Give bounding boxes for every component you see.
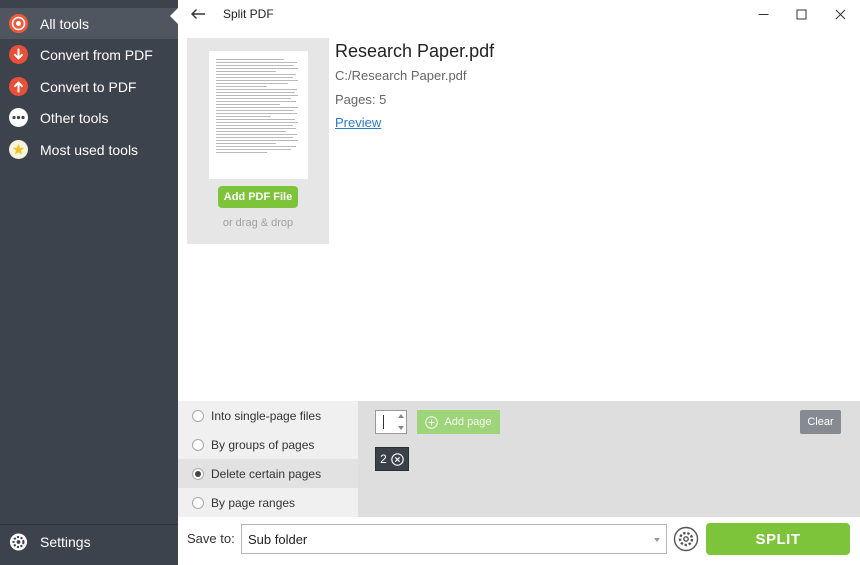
option-label: By groups of pages	[211, 437, 315, 452]
text-cursor	[383, 415, 384, 429]
settings-label: Settings	[40, 534, 91, 550]
selected-page-chip: 2	[375, 447, 409, 471]
sidebar-item-all-tools[interactable]: All tools	[0, 8, 178, 39]
drag-drop-hint: or drag & drop	[222, 217, 294, 229]
arrow-left-icon	[191, 9, 205, 19]
option-single-page-files[interactable]: Into single-page files	[178, 401, 358, 430]
sidebar-item-convert-from-pdf[interactable]: Convert from PDF	[0, 39, 178, 70]
window-title: Split PDF	[223, 7, 274, 21]
remove-page-button[interactable]	[391, 452, 404, 466]
option-page-ranges[interactable]: By page ranges	[178, 488, 358, 517]
target-icon	[9, 14, 28, 33]
clear-button[interactable]: Clear	[800, 410, 841, 434]
option-label: Delete certain pages	[211, 466, 322, 481]
bottom-bar: Save to: Sub folder SPLIT	[178, 517, 860, 565]
option-label: By page ranges	[211, 495, 296, 510]
add-pdf-file-button[interactable]: Add PDF File	[218, 186, 298, 208]
file-name: Research Paper.pdf	[335, 41, 495, 61]
file-path: C:/Research Paper.pdf	[335, 68, 467, 83]
page-chip-number: 2	[380, 452, 387, 466]
star-icon	[9, 140, 28, 159]
radio-button[interactable]	[192, 409, 204, 422]
title-bar: Split PDF	[178, 0, 860, 28]
sidebar-divider	[0, 524, 178, 525]
sidebar-item-other-tools[interactable]: Other tools	[0, 102, 178, 133]
maximize-icon	[796, 9, 806, 19]
dots-icon	[9, 108, 28, 127]
close-icon	[835, 9, 845, 19]
sidebar-item-label: Most used tools	[40, 141, 139, 158]
arrow-up-icon	[9, 77, 28, 96]
add-page-button[interactable]: Add page	[417, 410, 500, 434]
page-number-input[interactable]	[375, 410, 407, 434]
active-indicator	[170, 8, 178, 24]
radio-button-selected[interactable]	[192, 467, 204, 480]
sidebar-item-most-used-tools[interactable]: Most used tools	[0, 134, 178, 165]
option-groups-of-pages[interactable]: By groups of pages	[178, 430, 358, 459]
sidebar-item-label: Convert from PDF	[40, 46, 153, 63]
plus-circle-icon	[425, 415, 439, 429]
save-to-dropdown[interactable]: Sub folder	[241, 524, 667, 554]
preview-link[interactable]: Preview	[335, 115, 381, 130]
file-drop-zone[interactable]: Add PDF File or drag & drop	[187, 38, 329, 244]
sidebar: All tools Convert from PDF Convert to PD…	[0, 0, 178, 565]
minimize-icon	[758, 13, 768, 15]
back-button[interactable]	[186, 3, 210, 25]
option-label: Into single-page files	[211, 408, 322, 423]
radio-button[interactable]	[192, 496, 204, 509]
sidebar-item-label: All tools	[40, 15, 90, 32]
spin-down-icon[interactable]	[398, 426, 404, 430]
save-to-label: Save to:	[187, 531, 235, 546]
gear-icon	[9, 533, 28, 552]
arrow-down-icon	[9, 45, 28, 64]
chevron-down-icon	[654, 538, 660, 542]
add-page-label: Add page	[444, 416, 492, 428]
page-count: Pages: 5	[335, 92, 387, 107]
save-to-value: Sub folder	[248, 531, 308, 547]
maximize-button[interactable]	[781, 0, 821, 28]
sidebar-item-convert-to-pdf[interactable]: Convert to PDF	[0, 71, 178, 102]
gear-icon	[673, 526, 699, 552]
spin-up-icon[interactable]	[398, 414, 404, 418]
split-options: Into single-page files By groups of page…	[178, 401, 358, 517]
close-button[interactable]	[820, 0, 860, 28]
sidebar-item-label: Convert to PDF	[40, 78, 137, 95]
config-panel: Add page Clear 2	[358, 401, 860, 517]
option-delete-certain-pages[interactable]: Delete certain pages	[178, 459, 358, 488]
output-settings-button[interactable]	[673, 526, 699, 552]
radio-button[interactable]	[192, 438, 204, 451]
close-circle-icon	[391, 452, 404, 466]
minimize-button[interactable]	[743, 0, 783, 28]
pdf-page-thumbnail	[209, 51, 308, 179]
sidebar-item-settings[interactable]: Settings	[0, 527, 178, 557]
split-button[interactable]: SPLIT	[706, 523, 850, 555]
sidebar-item-label: Other tools	[40, 109, 109, 126]
